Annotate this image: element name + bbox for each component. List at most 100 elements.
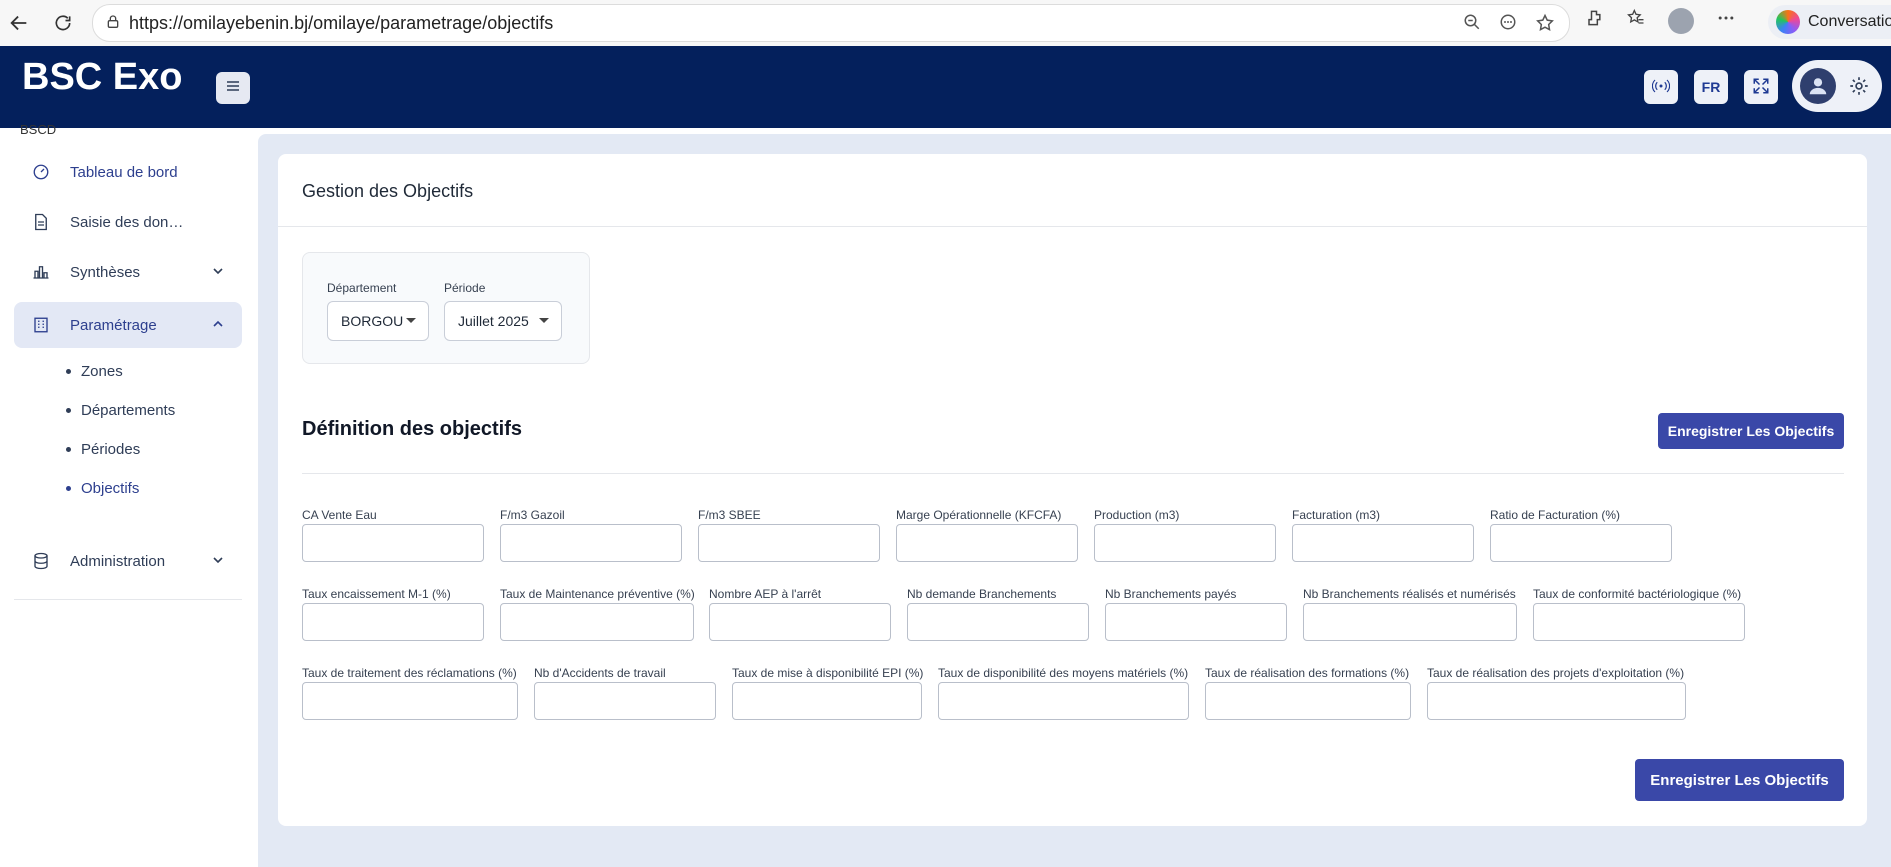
more-circle-icon[interactable] — [1499, 13, 1517, 38]
fullscreen-icon — [1752, 77, 1770, 98]
save-objectives-button-top[interactable]: Enregistrer Les Objectifs — [1658, 413, 1844, 449]
departement-label: Département — [327, 281, 397, 295]
field-label: Nombre AEP à l'arrêt — [709, 587, 822, 601]
aep-arret-input[interactable] — [709, 603, 891, 641]
accidents-travail-input[interactable] — [534, 682, 716, 720]
card-title: Gestion des Objectifs — [302, 181, 474, 201]
field-label: Taux de Maintenance préventive (%) — [500, 587, 695, 601]
field-label: Taux de mise à disponibilité EPI (%) — [732, 666, 924, 680]
dropdown-caret-icon — [539, 318, 549, 323]
moyens-materiels-input[interactable] — [938, 682, 1189, 720]
bullet-dot — [66, 408, 71, 413]
sidebar: BSCD Tableau de bord Saisie des don… Syn… — [0, 122, 258, 867]
demande-branchements-input[interactable] — [907, 603, 1089, 641]
app-header: BSC Exo FR — [0, 46, 1891, 128]
zoom-out-icon[interactable] — [1463, 13, 1481, 38]
conformite-bacteriologique-input[interactable] — [1533, 603, 1745, 641]
disponibilite-epi-input[interactable] — [732, 682, 922, 720]
copilot-label: Conversation — [1808, 13, 1891, 30]
section-divider — [302, 473, 1844, 474]
maintenance-preventive-input[interactable] — [500, 603, 694, 641]
departement-value: BORGOU — [341, 313, 404, 329]
url-text: https://omilayebenin.bj/omilaye/parametr… — [129, 12, 554, 33]
periode-label: Période — [444, 281, 486, 295]
copilot-button[interactable]: Conversation — [1768, 5, 1891, 39]
realisation-formations-input[interactable] — [1205, 682, 1411, 720]
sidebar-item-administration[interactable]: Administration — [14, 538, 242, 584]
projets-exploitation-input[interactable] — [1427, 682, 1686, 720]
sidebar-subitem-label: Périodes — [81, 441, 141, 458]
favorites-icon[interactable] — [1626, 8, 1646, 34]
reload-icon[interactable] — [46, 6, 80, 40]
browser-menu-icon[interactable] — [1716, 8, 1736, 34]
chevron-up-icon — [212, 317, 224, 334]
periode-select[interactable]: Juillet 2025 — [444, 301, 562, 341]
field-label: Taux de disponibilité des moyens matérie… — [938, 666, 1189, 680]
sidebar-subitem-label: Objectifs — [81, 480, 140, 497]
card-divider — [278, 226, 1867, 227]
sidebar-subitem-zones[interactable]: Zones — [66, 363, 123, 380]
branchements-payes-input[interactable] — [1105, 603, 1287, 641]
bullet-dot — [66, 447, 71, 452]
sidebar-item-parametrage[interactable]: Paramétrage — [14, 302, 242, 348]
sidebar-item-label: Paramétrage — [70, 316, 157, 334]
field-label: Production (m3) — [1094, 508, 1180, 522]
hamburger-icon — [225, 79, 241, 98]
settings-gear-icon[interactable] — [1848, 75, 1870, 102]
gazoil-input[interactable] — [500, 524, 682, 562]
sidebar-subitem-label: Zones — [81, 363, 123, 380]
browser-profile-icon[interactable] — [1668, 8, 1694, 34]
filters-panel: Département BORGOU Période Juillet 2025 — [302, 252, 590, 364]
branchements-realises-input[interactable] — [1303, 603, 1517, 641]
field-label: F/m3 SBEE — [698, 508, 761, 522]
facturation-input[interactable] — [1292, 524, 1474, 562]
field-label: Marge Opérationnelle (KFCFA) — [896, 508, 1062, 522]
bar-chart-icon — [30, 261, 52, 283]
address-bar[interactable]: https://omilayebenin.bj/omilaye/parametr… — [92, 4, 1570, 42]
sidebar-item-syntheses[interactable]: Synthèses — [14, 249, 242, 295]
ca-vente-eau-input[interactable] — [302, 524, 484, 562]
browser-toolbar: https://omilayebenin.bj/omilaye/parametr… — [0, 0, 1891, 46]
chevron-down-icon — [212, 264, 224, 281]
sidebar-subitem-label: Départements — [81, 402, 176, 419]
database-icon — [30, 550, 52, 572]
traitement-reclamations-input[interactable] — [302, 682, 518, 720]
extensions-icon[interactable] — [1584, 8, 1604, 34]
field-label: Nb d'Accidents de travail — [534, 666, 666, 680]
dropdown-caret-icon — [406, 318, 416, 323]
back-arrow-icon[interactable] — [2, 6, 36, 40]
field-label: Nb Branchements payés — [1105, 587, 1237, 601]
sidebar-subitem-objectifs[interactable]: Objectifs — [66, 480, 139, 497]
field-label: Taux encaissement M-1 (%) — [302, 587, 451, 601]
sbee-input[interactable] — [698, 524, 880, 562]
production-input[interactable] — [1094, 524, 1276, 562]
broadcast-icon — [1651, 79, 1671, 96]
field-label: Facturation (m3) — [1292, 508, 1381, 522]
field-label: Ratio de Facturation (%) — [1490, 508, 1621, 522]
sidebar-subitem-periodes[interactable]: Périodes — [66, 441, 140, 458]
user-avatar-icon[interactable] — [1800, 68, 1836, 104]
field-label: Nb Branchements réalisés et numérisés — [1303, 587, 1516, 601]
sidebar-item-saisie[interactable]: Saisie des don… — [14, 199, 242, 245]
save-objectives-button-bottom[interactable]: Enregistrer Les Objectifs — [1635, 759, 1844, 801]
bullet-dot — [66, 369, 71, 374]
user-menu[interactable] — [1792, 60, 1882, 112]
dashboard-gauge-icon — [30, 161, 52, 183]
chevron-down-icon — [212, 553, 224, 570]
sidebar-item-tableau-de-bord[interactable]: Tableau de bord — [14, 149, 242, 195]
bullet-dot — [66, 486, 71, 491]
language-button[interactable]: FR — [1694, 70, 1728, 104]
departement-select[interactable]: BORGOU — [327, 301, 429, 341]
sidebar-subitem-departements[interactable]: Départements — [66, 402, 175, 419]
sidebar-toggle-button[interactable] — [216, 72, 250, 104]
copilot-icon — [1776, 10, 1800, 34]
marge-operationnelle-input[interactable] — [896, 524, 1078, 562]
favorite-star-icon[interactable] — [1535, 13, 1555, 38]
document-icon — [30, 211, 52, 233]
ratio-facturation-input[interactable] — [1490, 524, 1672, 562]
section-title: Définition des objectifs — [302, 418, 523, 440]
sidebar-divider — [14, 599, 242, 600]
fullscreen-button[interactable] — [1744, 70, 1778, 104]
broadcast-button[interactable] — [1644, 70, 1678, 104]
taux-encaissement-input[interactable] — [302, 603, 484, 641]
